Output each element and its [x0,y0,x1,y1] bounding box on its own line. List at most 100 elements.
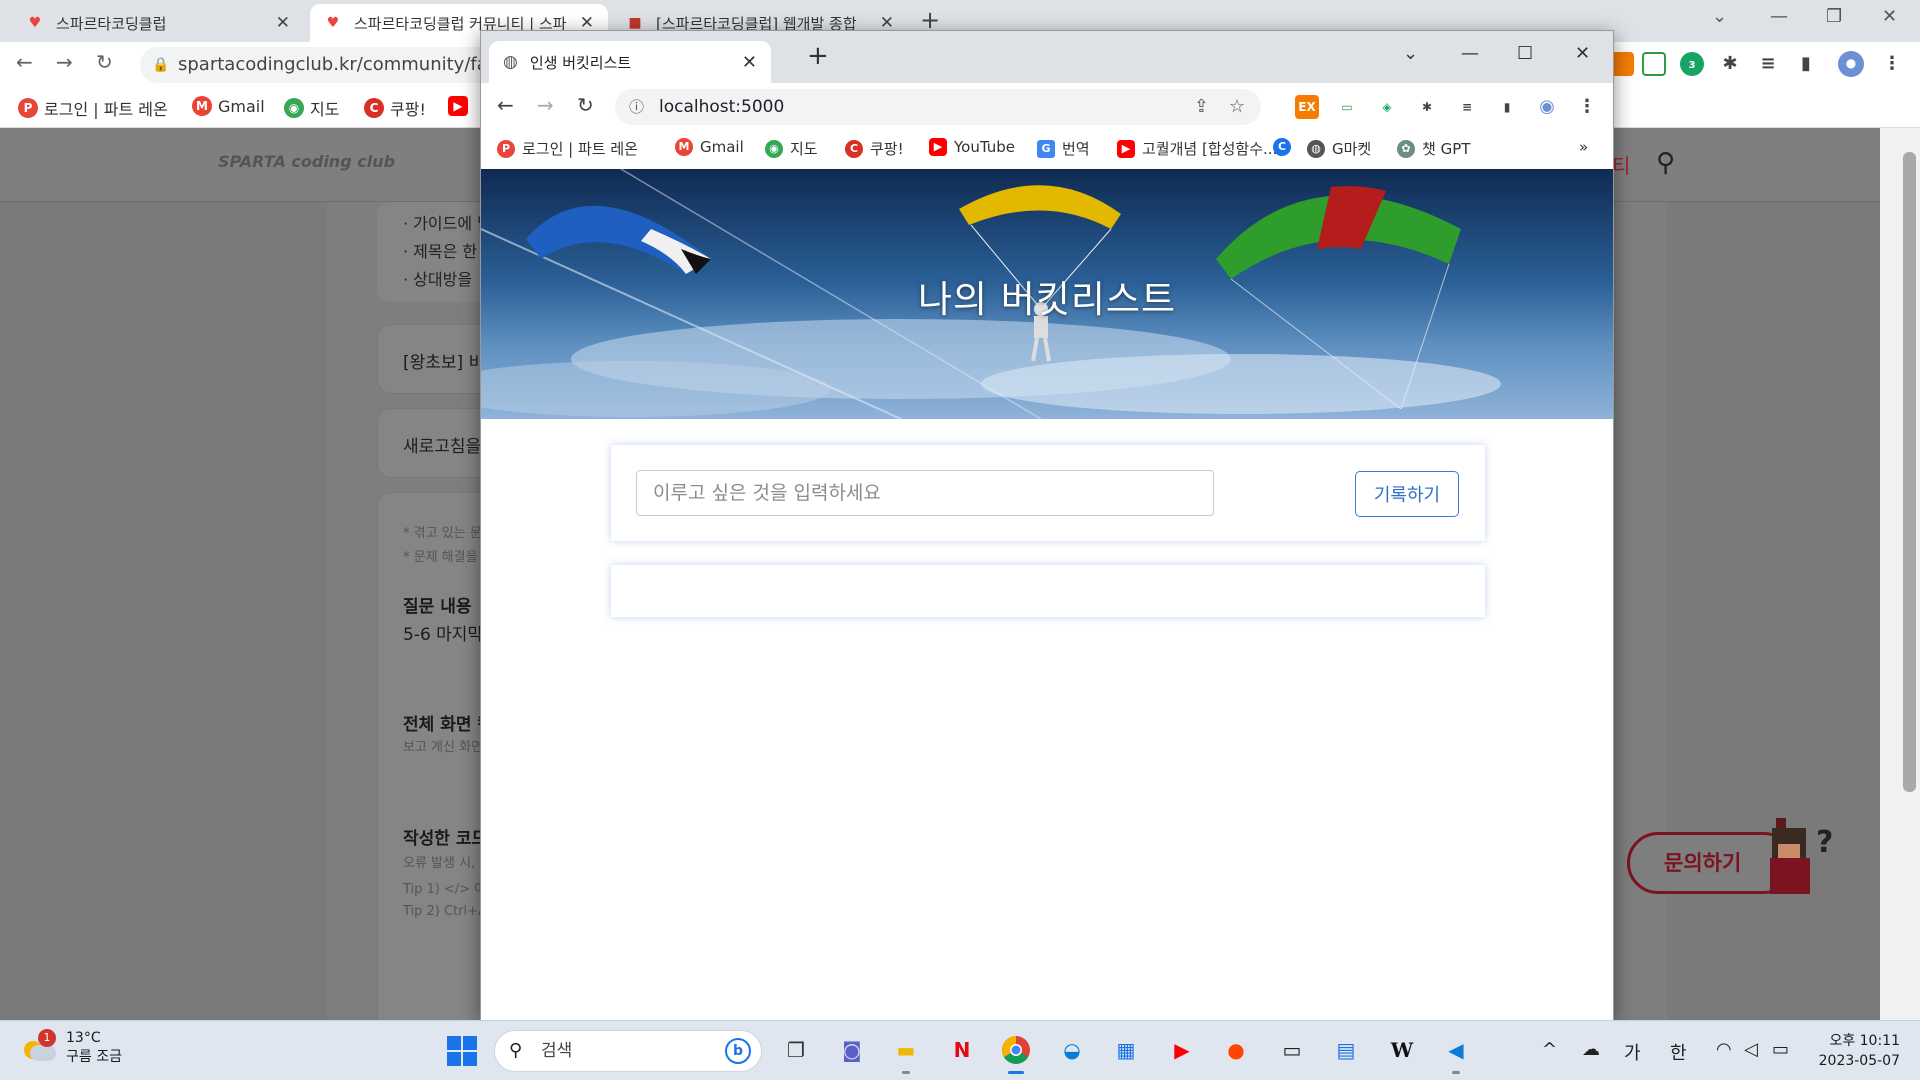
more-bookmarks-icon[interactable]: » [1579,138,1588,156]
shield-extension-icon[interactable]: 3 [1680,52,1704,76]
monitor-extension-icon[interactable]: ▭ [1335,95,1359,119]
bookmark-gmail[interactable]: M Gmail [192,96,265,116]
forward-arrow-icon[interactable]: → [56,50,73,74]
bookmark-c[interactable]: C [1273,138,1298,156]
puzzle-extensions-icon[interactable]: ✱ [1415,95,1439,119]
close-tab-icon[interactable]: ✕ [276,13,290,33]
volume-icon[interactable]: ◁ [1744,1039,1758,1060]
back-arrow-icon[interactable]: ← [16,50,33,74]
start-button[interactable] [447,1036,477,1066]
vscode-icon[interactable]: ◀ [1438,1032,1474,1074]
teams-chat-icon[interactable]: ◙ [834,1032,870,1068]
page-scrollbar[interactable] [1880,128,1920,1020]
reading-list-icon[interactable]: ≡ [1756,52,1780,76]
save-button[interactable]: 기록하기 [1355,471,1459,517]
battery-icon[interactable]: ▭ [1772,1039,1789,1060]
profile-avatar-icon[interactable]: ● [1838,51,1864,77]
tab-title: 스파르타코딩클럽 [56,14,167,33]
notification-badge: 1 [38,1029,56,1047]
reddit-icon[interactable]: ● [1218,1032,1254,1068]
bookmark-label: 지도 [310,100,340,119]
bookmark-youtube[interactable]: ▶ YouTube [929,138,1015,156]
share-icon[interactable]: ⇪ [1194,89,1209,125]
close-window-icon[interactable]: ✕ [1882,6,1897,27]
back-tab-1[interactable]: ♥ 스파르타코딩클럽 ✕ [12,4,304,42]
file-explorer-icon[interactable]: ▬ [888,1032,924,1074]
tab-bucket-list[interactable]: ◍ 인생 버킷리스트 ✕ [489,41,771,83]
bookmark-coupang[interactable]: C 쿠팡! [845,138,904,159]
ex-extension-icon[interactable]: EX [1295,95,1319,119]
guide-line: · 상대방을 [403,270,473,289]
profile-avatar-icon[interactable]: ◉ [1535,95,1559,119]
netflix-icon[interactable]: N [944,1032,980,1068]
bookmark-math-video[interactable]: ▶ 고퀄개념 [합성함수... [1117,138,1277,159]
tab-search-icon[interactable]: ⌄ [1712,6,1727,27]
page-title: 나의 버킷리스트 [917,278,1177,321]
notepad-icon[interactable]: ▤ [1328,1032,1364,1068]
bookmark-translate[interactable]: G 번역 [1037,138,1090,159]
reload-icon[interactable]: ↻ [96,50,113,74]
puzzle-extensions-icon[interactable]: ✱ [1718,52,1742,76]
language-indicator[interactable]: 한 [1670,1039,1687,1065]
bookmark-login[interactable]: P 로그인 | 파트 레온 [18,96,168,120]
main-content: 기록하기 [481,419,1613,1021]
edge-icon[interactable]: ◒ [1054,1032,1090,1068]
taskbar-search[interactable]: ⚲ 검색 b [494,1030,762,1072]
reading-list-icon[interactable]: ≡ [1455,95,1479,119]
bookmark-gmail[interactable]: M Gmail [675,138,744,156]
clock-date: 2023-05-07 [1818,1053,1900,1069]
wifi-icon[interactable]: ◠ [1716,1039,1732,1060]
side-panel-icon[interactable]: ▮ [1794,52,1818,76]
spartan-mascot-icon: ? [1770,818,1833,894]
user-icon[interactable]: ⚲ [1656,148,1675,178]
header-menu-item[interactable]: 티 [1612,150,1630,179]
onedrive-icon[interactable]: ☁ [1582,1039,1600,1060]
store-icon[interactable]: ▦ [1108,1032,1144,1068]
bookmark-maps[interactable]: ◉ 지도 [765,138,818,159]
bookmark-maps[interactable]: ◉ 지도 [284,96,339,120]
wikipedia-icon[interactable]: W [1384,1032,1420,1068]
back-arrow-icon[interactable]: ← [497,93,514,117]
youtube-icon[interactable]: ▶ [1164,1032,1200,1068]
bing-icon[interactable]: b [725,1038,751,1064]
close-window-icon[interactable]: ✕ [1575,43,1590,64]
question-text[interactable]: 5-6 마지막 [403,620,483,645]
bookmark-coupang[interactable]: C 쿠팡! [364,96,426,120]
maximize-icon[interactable]: ☐ [1517,43,1533,64]
shield-extension-icon[interactable]: ◈ [1375,95,1399,119]
tab-title: 인생 버킷리스트 [529,53,632,72]
address-bar[interactable]: ⓘ localhost:5000 ⇪ ☆ [615,89,1261,125]
front-toolbar: ← → ↻ ⓘ localhost:5000 ⇪ ☆ EX ▭ ◈ ✱ ≡ ▮ … [481,83,1613,131]
close-tab-icon[interactable]: ✕ [742,52,757,73]
monitor-extension-icon[interactable] [1642,52,1666,76]
bucket-input[interactable] [636,470,1214,516]
task-view-icon[interactable]: ❐ [778,1032,814,1068]
bookmark-label: Gmail [218,96,265,116]
maps-icon: ◉ [284,98,304,118]
system-clock[interactable]: 오후 10:11 2023-05-07 [1810,1031,1900,1071]
bookmark-chatgpt[interactable]: ✿ 챗 GPT [1397,138,1470,159]
reload-icon[interactable]: ↻ [577,93,594,117]
sparta-logo[interactable]: SPARTA coding club [218,152,395,171]
minimize-icon[interactable]: — [1461,43,1479,64]
restore-icon[interactable]: ❐ [1826,6,1842,27]
bookmark-label: 로그인 | 파트 레온 [522,140,638,158]
weather-widget[interactable]: 1 13°C 구름 조금 [22,1029,122,1067]
bookmark-gmarket[interactable]: ◍ G마켓 [1307,138,1371,159]
menu-icon[interactable]: ⋮ [1880,52,1904,76]
minimize-icon[interactable]: — [1770,6,1788,27]
chrome-icon[interactable] [998,1032,1034,1074]
tab-search-icon[interactable]: ⌄ [1403,43,1418,64]
site-info-icon[interactable]: ⓘ [629,89,644,125]
forward-arrow-icon[interactable]: → [537,93,554,117]
show-hidden-icons[interactable]: ^ [1542,1039,1557,1060]
ime-mode-indicator[interactable]: 가 [1624,1039,1641,1065]
bookmark-star-icon[interactable]: ☆ [1229,89,1245,125]
side-panel-icon[interactable]: ▮ [1495,95,1519,119]
bookmark-login[interactable]: P 로그인 | 파트 레온 [497,138,638,159]
terminal-icon[interactable]: ▭ [1274,1032,1310,1068]
bookmark-youtube[interactable]: ▶ [448,96,468,116]
new-tab-icon[interactable]: + [807,41,829,71]
menu-icon[interactable]: ⋮ [1575,95,1599,119]
scrollbar-thumb[interactable] [1903,152,1916,792]
